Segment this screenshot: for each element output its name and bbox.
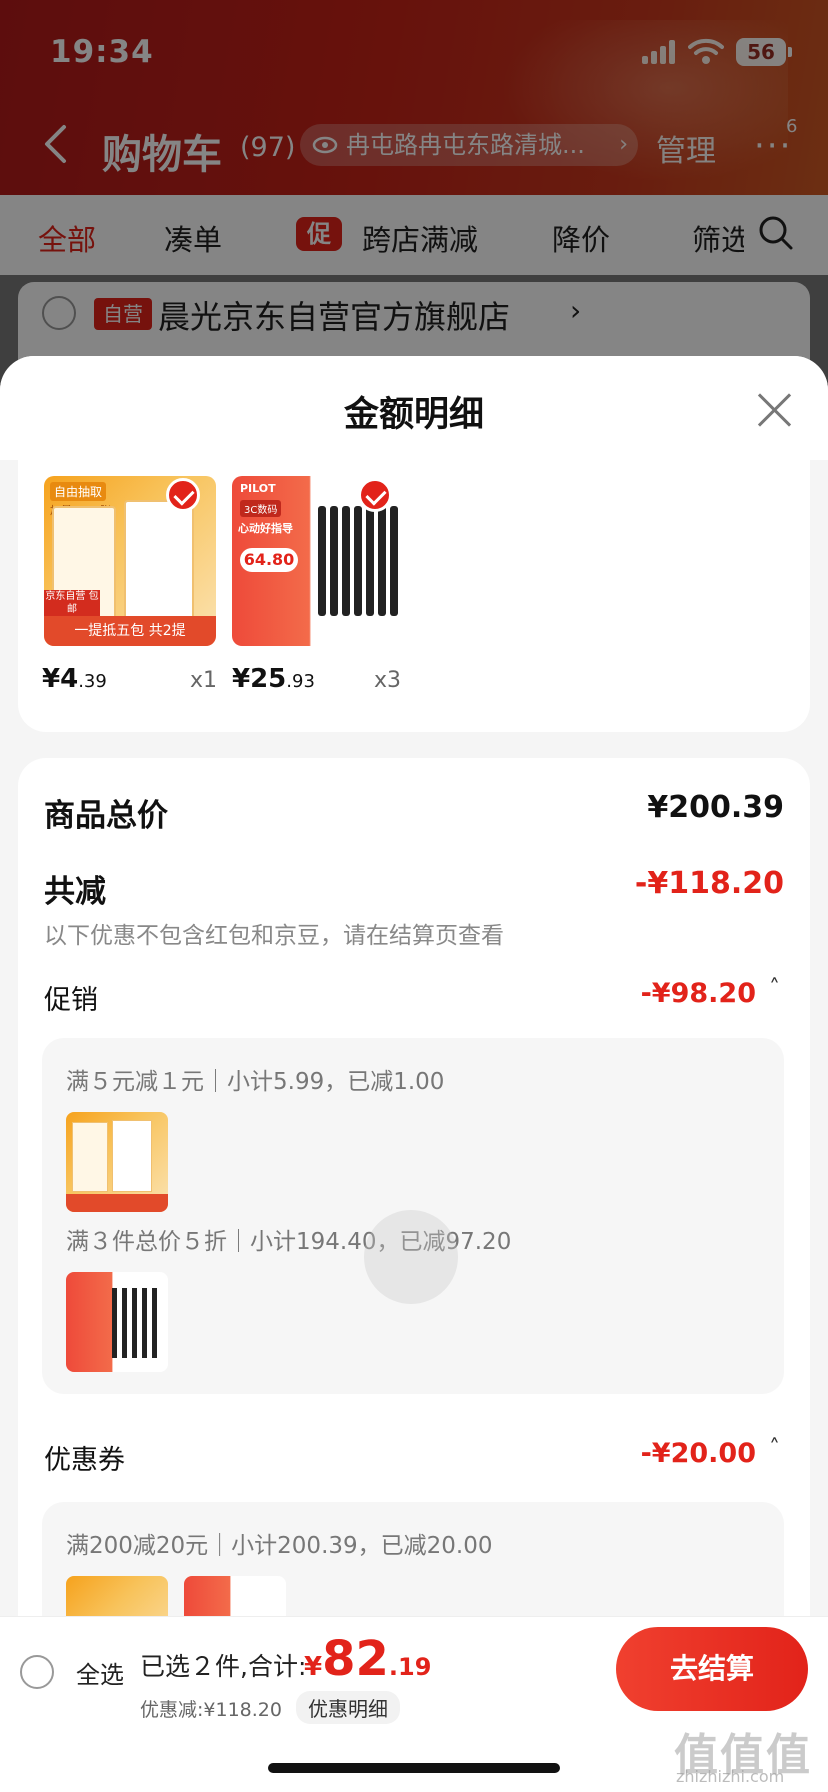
product-qty: x1 xyxy=(190,668,218,693)
selected-products-card: 自由抽取 加量1000张 一提抵五包 共2提 京东自营 包邮 ¥4.39 x1 … xyxy=(18,456,810,732)
select-all-radio[interactable] xyxy=(20,1655,54,1689)
product-qty: x3 xyxy=(374,668,402,693)
total-label: 商品总价 xyxy=(44,798,168,834)
total-value: ¥200.39 xyxy=(647,790,784,825)
category-badge: 3C数码 xyxy=(240,500,282,517)
product-thumbnail xyxy=(66,1272,168,1372)
promo-label: 促销 xyxy=(44,985,98,1016)
amount-detail-sheet: 金额明细 自由抽取 加量1000张 一提抵五包 共2提 京东自营 包邮 ¥4.3… xyxy=(0,356,828,1792)
watermark-url: zhizhizhi.com xyxy=(676,1767,785,1786)
promo-title: 心动好指导 xyxy=(238,522,293,535)
select-all-label[interactable]: 全选 xyxy=(76,1655,124,1690)
coupon-rule: 满200减20元｜小计200.39，已减20.00 xyxy=(66,1533,493,1559)
product-thumbnail xyxy=(66,1112,168,1212)
chevron-up-icon[interactable]: ˄ xyxy=(769,976,780,1001)
tissue-box-graphic xyxy=(124,500,194,620)
product-banner: 京东自营 包邮 xyxy=(44,590,100,616)
promo-price: 64.80 xyxy=(240,548,298,572)
discount-text: 优惠减:¥118.20 xyxy=(140,1699,282,1721)
checkout-bar: 全选 已选２件,合计: ¥82.19 优惠减:¥118.20 优惠明细 去结算 … xyxy=(0,1616,828,1792)
product-price: ¥25.93 xyxy=(232,664,315,694)
chevron-up-icon[interactable]: ˄ xyxy=(769,1436,780,1461)
touch-indicator xyxy=(364,1210,458,1304)
product-price: ¥4.39 xyxy=(42,664,107,694)
total-price: ¥82.19 xyxy=(304,1631,432,1687)
sheet-header: 金额明细 xyxy=(0,356,828,460)
reduce-label: 共减 xyxy=(44,874,106,910)
checked-icon[interactable] xyxy=(358,478,392,512)
coupon-value[interactable]: -¥20.00 xyxy=(641,1438,756,1469)
coupon-label: 优惠券 xyxy=(44,1445,125,1476)
product-tag: 自由抽取 xyxy=(50,482,107,501)
reduce-value: -¥118.20 xyxy=(634,866,784,901)
close-icon[interactable] xyxy=(756,392,792,428)
product-ribbon: 一提抵五包 共2提 xyxy=(44,616,216,646)
checked-icon[interactable] xyxy=(166,478,200,512)
promo-rule: 满５元减１元｜小计5.99，已减1.00 xyxy=(66,1069,445,1095)
promo-value[interactable]: -¥98.20 xyxy=(641,978,756,1009)
discount-detail-link[interactable]: 优惠明细 xyxy=(296,1691,400,1724)
reduce-note: 以下优惠不包含红包和京豆，请在结算页查看 xyxy=(44,923,504,949)
selected-summary: 已选２件,合计: xyxy=(140,1652,307,1681)
checkout-button[interactable]: 去结算 xyxy=(616,1627,808,1711)
home-indicator[interactable] xyxy=(268,1763,560,1773)
brand-label: PILOT xyxy=(240,482,276,495)
sheet-title: 金额明细 xyxy=(343,395,484,435)
